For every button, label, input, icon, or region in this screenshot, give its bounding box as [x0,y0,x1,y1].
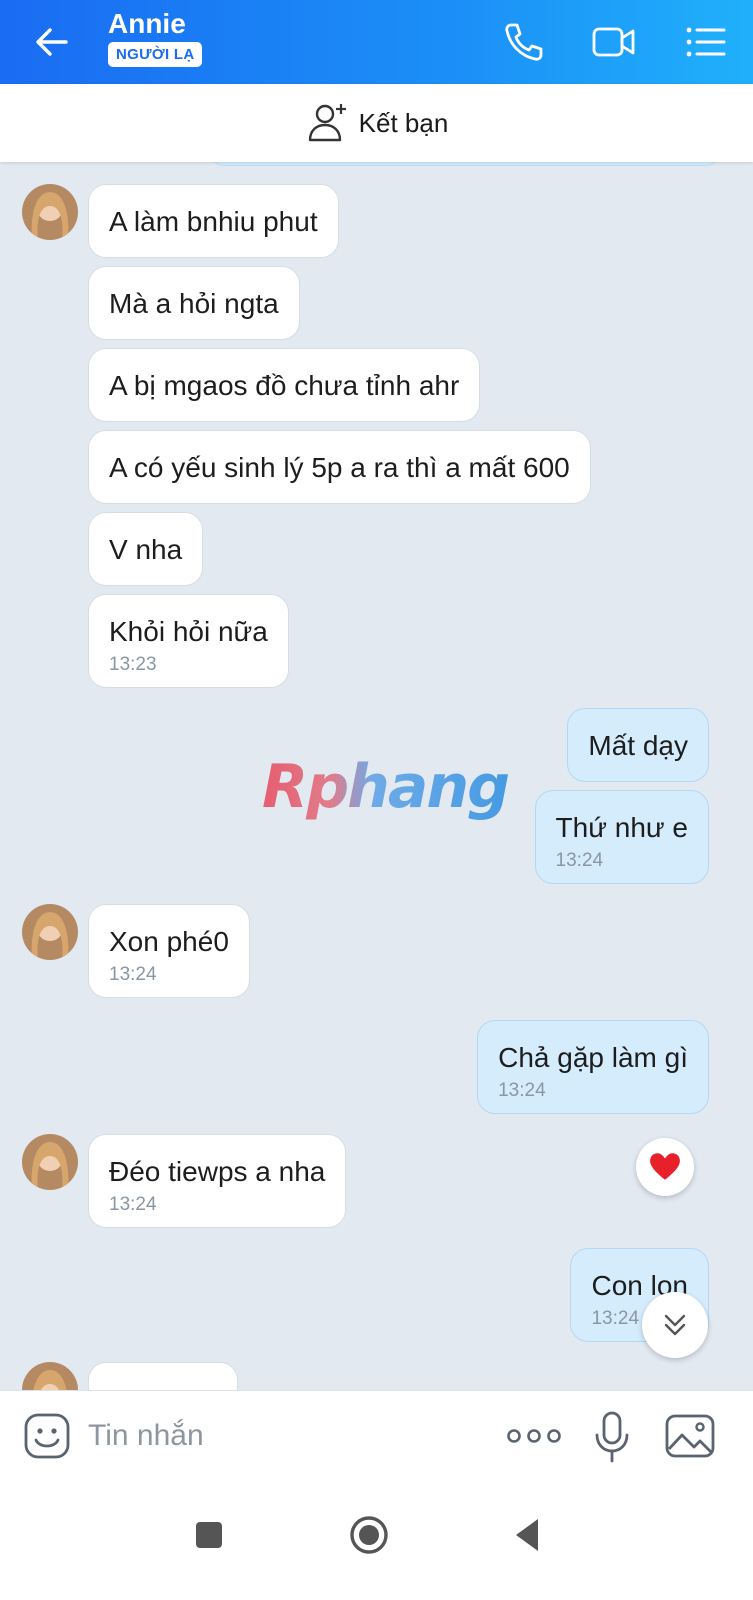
message-bubble[interactable]: Mất dạy [567,708,709,782]
home-icon[interactable] [344,1510,394,1560]
message-bubble[interactable]: Đéo tiewps a nha 13:24 [88,1134,347,1228]
message-bubble[interactable]: A làm bnhiu phut [88,184,339,258]
contact-avatar[interactable] [22,184,78,240]
contact-title[interactable]: Annie NGƯỜI LẠ [108,8,203,67]
message-text: V nha [109,534,183,565]
video-call-icon[interactable] [590,18,638,66]
message-text: A có yếu sinh lý 5p a ra thì a mất 600 [109,452,570,483]
message-text: Đéo tiewps a nha [109,1156,326,1187]
stranger-badge: NGƯỜI LẠ [108,42,203,67]
contact-avatar[interactable] [22,1134,78,1190]
message-bubble[interactable]: V nha [88,512,204,586]
more-dots-icon[interactable] [504,1421,564,1451]
message-bubble[interactable]: Khỏi hỏi nữa 13:23 [88,594,289,688]
add-friend-icon [308,104,346,142]
message-bubble[interactable]: Thứ như e 13:24 [534,790,709,884]
message-text: Chả gặp làm gì [498,1042,688,1073]
message-bubble[interactable]: Xon phé0 13:24 [88,904,250,998]
double-chevron-down-icon [664,1314,686,1336]
add-friend-label: Kết bạn [358,107,449,138]
message-time: 13:24 [555,850,604,871]
microphone-icon[interactable] [592,1409,632,1465]
message-bubble[interactable]: A bị mgaos đồ chưa tỉnh ahr [88,348,481,422]
message-text: A làm bnhiu phut [109,206,318,237]
message-time: 13:24 [498,1080,546,1101]
message-time: 13:24 [109,1194,157,1215]
watermark: Rphang [262,752,510,822]
chat-header: Annie NGƯỜI LẠ [0,0,753,84]
message-text: A bị mgaos đồ chưa tỉnh ahr [109,370,460,401]
message-text: Mất dạy [588,730,688,761]
contact-name: Annie [108,8,186,39]
heart-icon [650,1153,680,1180]
image-gallery-icon[interactable] [664,1411,716,1461]
message-bubble[interactable]: Chả gặp làm gì 13:24 [477,1020,709,1114]
message-text: Mà a hỏi ngta [109,288,279,319]
message-bubble[interactable]: Mà a hỏi ngta [88,266,300,340]
reaction-button[interactable] [636,1138,694,1196]
scroll-down-button[interactable] [642,1292,708,1358]
message-composer [0,1390,753,1482]
message-input[interactable] [88,1413,468,1459]
contact-avatar[interactable] [22,904,78,960]
recent-apps-icon[interactable] [184,1510,234,1560]
nav-back-icon[interactable] [504,1510,554,1560]
back-arrow-icon[interactable] [30,20,74,64]
message-time: 13:23 [109,654,157,675]
message-time: 13:24 [109,964,157,985]
system-navigation-bar [0,1482,753,1600]
add-friend-button[interactable]: Kết bạn [0,84,753,162]
message-text: Thứ như e [555,812,688,843]
message-text: Xon phé0 [109,926,229,957]
message-text: Khỏi hỏi nữa [109,616,268,647]
sticker-icon[interactable] [22,1411,72,1461]
message-bubble[interactable]: A có yếu sinh lý 5p a ra thì a mất 600 [88,430,591,504]
phone-icon[interactable] [500,18,548,66]
menu-list-icon[interactable] [682,18,730,66]
